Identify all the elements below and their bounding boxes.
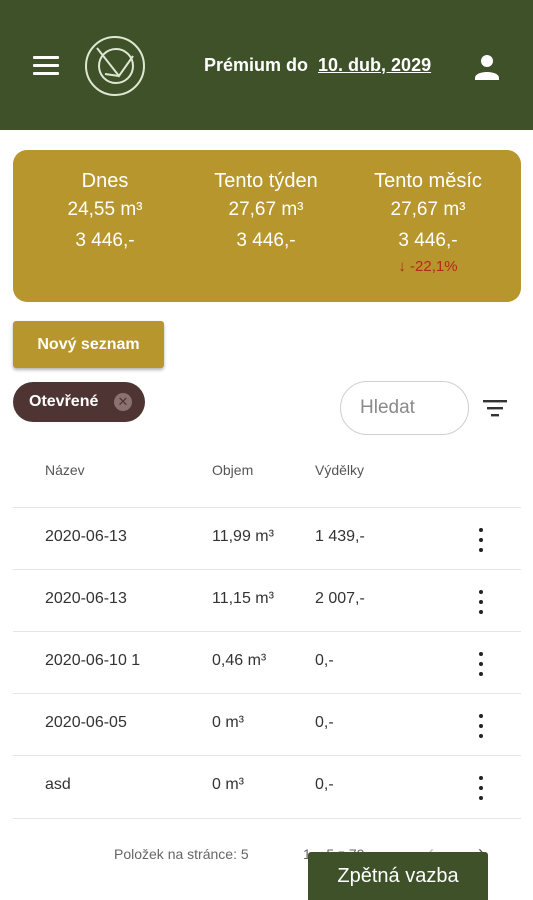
app-logo	[85, 36, 145, 96]
row-name: 2020-06-05	[45, 714, 127, 731]
stats-week: Tento týden 27,67 m³ 3 446,-	[181, 168, 351, 256]
row-earnings: 2 007,-	[315, 590, 365, 607]
table-row[interactable]: 2020-06-13 11,15 m³ 2 007,-	[13, 569, 521, 631]
stats-week-label: Tento týden	[214, 170, 318, 192]
close-icon[interactable]: ✕	[114, 393, 132, 411]
stats-today: Dnes 24,55 m³ 3 446,-	[20, 168, 190, 256]
row-name: 2020-06-13	[45, 590, 127, 607]
filter-chip-label: Otevřené	[29, 393, 99, 410]
row-volume: 0,46 m³	[212, 652, 267, 669]
row-name: asd	[45, 776, 71, 793]
table-divider	[13, 818, 521, 819]
app-header: Prémium do 10. dub, 2029	[0, 0, 533, 130]
column-header-volume[interactable]: Objem	[212, 462, 253, 478]
more-vert-icon[interactable]	[471, 590, 491, 614]
row-earnings: 1 439,-	[315, 528, 365, 545]
stats-month: Tento měsíc 27,67 m³ 3 446,- ↓ -22,1%	[343, 168, 513, 278]
search-field[interactable]	[340, 381, 469, 435]
items-per-page[interactable]: Položek na stránce: 5	[114, 846, 249, 862]
stats-today-earnings: 3 446,-	[75, 230, 135, 251]
more-vert-icon[interactable]	[471, 528, 491, 552]
row-volume: 0 m³	[212, 714, 244, 731]
stats-month-change: ↓ -22,1%	[398, 258, 458, 275]
stats-month-earnings: 3 446,-	[398, 230, 458, 251]
table-row[interactable]: 2020-06-13 11,99 m³ 1 439,-	[13, 507, 521, 569]
table-row[interactable]: 2020-06-05 0 m³ 0,-	[13, 693, 521, 755]
row-name: 2020-06-13	[45, 528, 127, 545]
stats-today-label: Dnes	[81, 170, 129, 192]
row-earnings: 0,-	[315, 776, 334, 793]
premium-date-link[interactable]: 10. dub, 2029	[318, 55, 431, 75]
row-volume: 0 m³	[212, 776, 244, 793]
row-volume: 11,15 m³	[212, 590, 274, 607]
stats-week-volume: 27,67 m³	[228, 199, 304, 220]
account-icon[interactable]	[473, 52, 501, 82]
column-header-earnings[interactable]: Výdělky	[315, 462, 364, 478]
table-row[interactable]: 2020-06-10 1 0,46 m³ 0,-	[13, 631, 521, 693]
feedback-button[interactable]: Zpětná vazba	[308, 852, 488, 900]
premium-status: Prémium do 10. dub, 2029	[204, 55, 431, 76]
row-earnings: 0,-	[315, 714, 334, 731]
premium-label: Prémium do	[204, 55, 309, 75]
more-vert-icon[interactable]	[471, 714, 491, 738]
row-name: 2020-06-10 1	[45, 652, 141, 669]
search-input[interactable]	[341, 382, 468, 434]
filter-icon[interactable]	[482, 397, 508, 419]
stats-month-volume: 27,67 m³	[390, 199, 466, 220]
row-volume: 11,99 m³	[212, 528, 274, 545]
stats-month-label: Tento měsíc	[374, 170, 482, 192]
filter-chip-open[interactable]: Otevřené ✕	[13, 382, 145, 422]
stats-card: Dnes 24,55 m³ 3 446,- Tento týden 27,67 …	[13, 150, 521, 302]
stats-week-earnings: 3 446,-	[236, 230, 296, 251]
row-earnings: 0,-	[315, 652, 334, 669]
column-header-name[interactable]: Název	[45, 462, 85, 478]
menu-icon[interactable]	[33, 56, 61, 78]
table-row[interactable]: asd 0 m³ 0,-	[13, 755, 521, 817]
more-vert-icon[interactable]	[471, 776, 491, 800]
stats-today-volume: 24,55 m³	[67, 199, 143, 220]
more-vert-icon[interactable]	[471, 652, 491, 676]
new-list-button[interactable]: Nový seznam	[13, 321, 164, 368]
